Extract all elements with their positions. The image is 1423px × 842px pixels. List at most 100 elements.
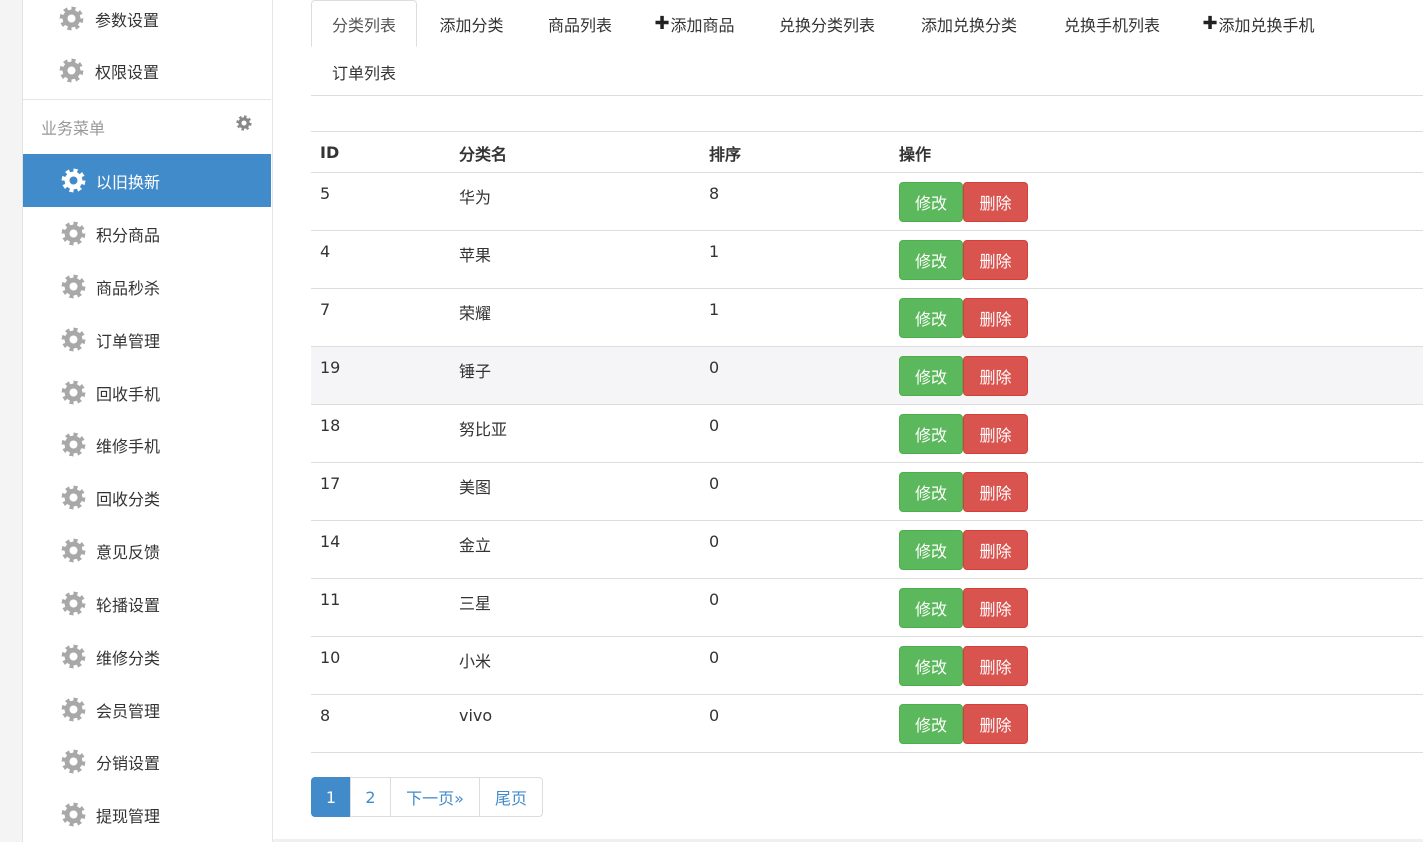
tab-label: 兑换手机列表 [1063,15,1160,35]
cell-sort: 0 [709,590,720,609]
sidebar-item[interactable]: 维修手机 [23,418,271,471]
edit-button[interactable]: 修改 [899,182,963,222]
tab-label: 添加兑换分类 [920,15,1017,35]
cell-id: 4 [320,242,331,261]
sidebar-item-label: 提现管理 [96,806,161,826]
sidebar: 参数设置 权限设置 业务菜单 以旧换新 积分商品 商品秒杀 订单管理回收手机维修手机回… [23,0,271,842]
left-gutter [0,0,23,842]
edit-button[interactable]: 修改 [899,240,963,280]
delete-button[interactable]: 删除 [963,588,1028,628]
gear-icon [60,274,86,300]
tab[interactable]: ✚ 添加商品 [636,0,753,47]
tab[interactable]: 分类列表 [311,0,417,47]
pagination: 1 2 下一页» 尾页 [311,777,543,817]
cell-sort: 1 [709,242,720,261]
edit-button[interactable]: 修改 [899,704,963,744]
sidebar-item[interactable]: 回收手机 [23,366,271,419]
sidebar-item[interactable]: 订单管理 [23,313,271,366]
tab-label: 订单列表 [331,63,396,83]
column-header-ops: 操作 [899,144,932,164]
table-row: 19 锤子 0 修改 删除 [311,347,1423,405]
delete-button[interactable]: 删除 [963,472,1028,512]
cell-id: 8 [320,706,331,725]
gear-icon [60,697,86,723]
sidebar-item[interactable]: 回收分类 [23,471,271,524]
sidebar-item[interactable]: 提现管理 [23,788,271,841]
gear-icon [60,432,86,458]
cell-id: 19 [320,358,341,377]
sidebar-item-label: 回收分类 [96,489,161,509]
cell-name: 华为 [459,188,492,207]
page-1-button[interactable]: 1 [311,777,351,817]
delete-button[interactable]: 删除 [963,414,1028,454]
edit-button[interactable]: 修改 [899,530,963,570]
cell-id: 10 [320,648,341,667]
table-row: 4 苹果 1 修改 删除 [311,231,1423,289]
tab-label: 添加商品 [670,15,735,35]
cell-sort: 0 [709,358,720,377]
sidebar-item[interactable]: 积分商品 [23,207,271,260]
table-body: 5 华为 8 修改 删除 4 苹果 1 修改 删除 7 荣耀 1 修改 删除 19 锤子 0 修改 删除 18 努比亚 0 修… [311,173,1423,753]
sidebar-item[interactable]: 会员管理 [23,683,271,736]
gear-icon [60,485,86,511]
column-header-id: ID [320,143,340,162]
column-header-sort: 排序 [709,144,742,164]
tab[interactable]: 添加兑换分类 [902,0,1036,47]
page-2-button[interactable]: 2 [350,777,391,817]
sidebar-item[interactable]: 商品秒杀 [23,260,271,313]
cell-name: 锤子 [459,362,492,381]
table-row: 14 金立 0 修改 删除 [311,521,1423,579]
sidebar-item-label: 回收手机 [96,384,161,404]
sidebar-section-business[interactable]: 业务菜单 [23,100,271,154]
edit-button[interactable]: 修改 [899,646,963,686]
edit-button[interactable]: 修改 [899,356,963,396]
next-page-button[interactable]: 下一页» [390,777,480,817]
tab[interactable]: 兑换手机列表 [1044,0,1180,47]
cell-sort: 1 [709,300,720,319]
table-row: 11 三星 0 修改 删除 [311,579,1423,637]
tab[interactable]: 商品列表 [525,0,635,47]
sidebar-item[interactable]: 意见反馈 [23,524,271,577]
tab[interactable]: 添加分类 [417,0,526,47]
sidebar-item-label: 维修分类 [96,648,161,668]
sidebar-item-label: 参数设置 [95,10,160,30]
delete-button[interactable]: 删除 [963,240,1028,280]
sidebar-item[interactable]: 轮播设置 [23,577,271,630]
sidebar-item[interactable]: 维修分类 [23,630,271,683]
delete-button[interactable]: 删除 [963,356,1028,396]
tab-label: 兑换分类列表 [778,15,875,35]
edit-button[interactable]: 修改 [899,414,963,454]
gear-icon [58,58,84,84]
edit-button[interactable]: 修改 [899,588,963,628]
edit-button[interactable]: 修改 [899,472,963,512]
tab-label: 分类列表 [331,15,396,35]
sidebar-item-params[interactable]: 参数设置 [23,0,271,45]
delete-button[interactable]: 删除 [963,646,1028,686]
cell-name: 金立 [459,536,492,555]
sidebar-section-label: 业务菜单 [41,119,106,138]
sidebar-item[interactable]: 分销设置 [23,735,271,788]
delete-button[interactable]: 删除 [963,704,1028,744]
tab[interactable]: 订单列表 [311,48,417,95]
cell-id: 11 [320,590,341,609]
gear-icon [58,6,84,32]
tab[interactable]: 兑换分类列表 [756,0,898,47]
sidebar-item[interactable]: 以旧换新 [23,154,271,207]
tab-label: 添加分类 [439,15,504,35]
app-page: 参数设置 权限设置 业务菜单 以旧换新 积分商品 商品秒杀 订单管理回收手机维修手机回… [0,0,1423,842]
sidebar-item-permissions[interactable]: 权限设置 [23,44,271,97]
delete-button[interactable]: 删除 [963,530,1028,570]
tab-label: 商品列表 [547,15,612,35]
table-row: 8 vivo 0 修改 删除 [311,695,1423,753]
sidebar-item-label: 意见反馈 [96,542,161,562]
edit-button[interactable]: 修改 [899,298,963,338]
table-row: 18 努比亚 0 修改 删除 [311,405,1423,463]
tab[interactable]: ✚ 添加兑换手机 [1184,0,1333,47]
delete-button[interactable]: 删除 [963,298,1028,338]
cell-sort: 0 [709,474,720,493]
gear-icon[interactable] [235,114,253,132]
last-page-button[interactable]: 尾页 [479,777,543,817]
gear-icon [60,380,86,406]
table-row: 10 小米 0 修改 删除 [311,637,1423,695]
delete-button[interactable]: 删除 [963,182,1028,222]
